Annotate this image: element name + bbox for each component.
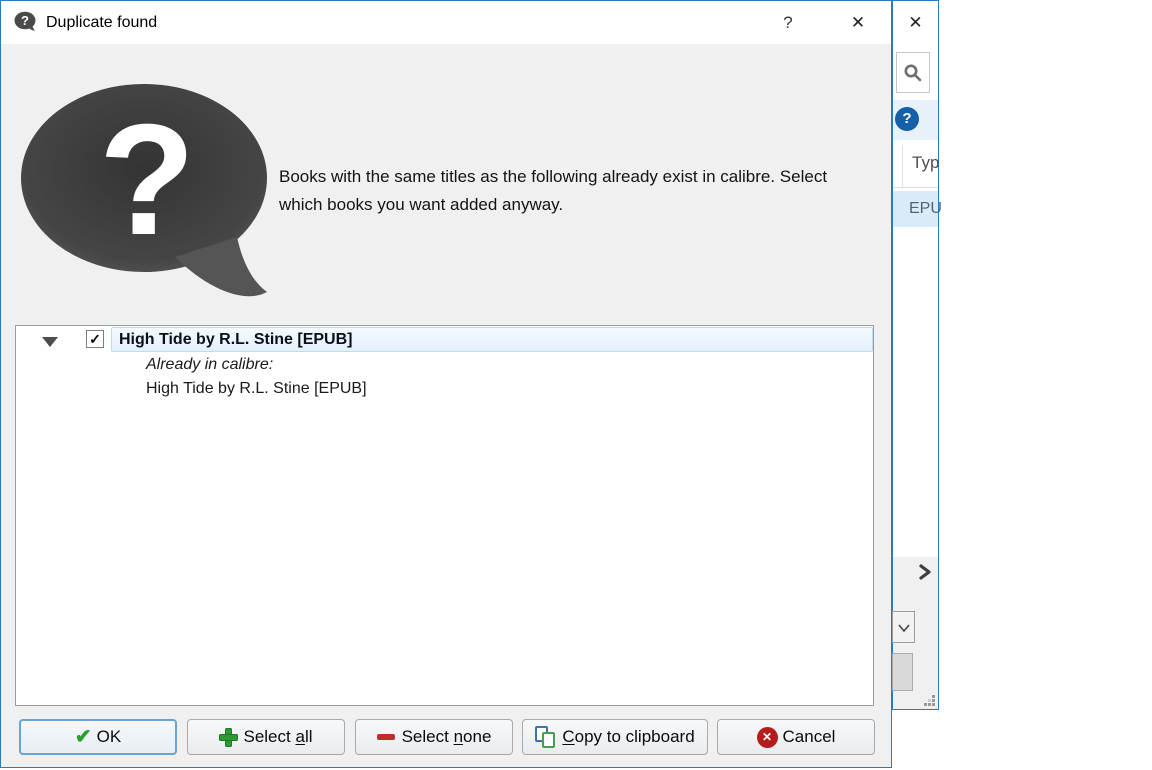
dialog-close-button[interactable]: ✕ (837, 1, 879, 44)
copy-icon (535, 725, 558, 749)
plus-icon (219, 727, 239, 747)
background-bottom-panel (892, 557, 938, 709)
cancel-button[interactable]: ✕ Cancel (717, 719, 875, 755)
dropdown-select[interactable] (892, 611, 915, 643)
cancel-label: Cancel (782, 727, 836, 746)
tree-item-title[interactable]: High Tide by R.L. Stine [EPUB] (111, 327, 873, 352)
existing-book-title: High Tide by R.L. Stine [EPUB] (146, 380, 367, 397)
column-separator (902, 145, 903, 187)
dialog-message: Books with the same titles as the follow… (279, 167, 828, 214)
copy-label: Copy to clipboard (562, 727, 695, 746)
dialog-title: Duplicate found (46, 14, 158, 31)
select-all-label: Select all (243, 727, 313, 746)
dialog-titlebar[interactable]: ? Duplicate found ? ✕ (1, 1, 891, 44)
background-window: ✕ ? Typ EPU (892, 0, 942, 710)
copy-to-clipboard-button[interactable]: Copy to clipboard (522, 719, 708, 755)
minus-icon (376, 734, 395, 740)
select-none-label: Select none (401, 727, 492, 746)
select-none-button[interactable]: Select none (355, 719, 513, 755)
item-checkbox[interactable]: ✓ (86, 330, 104, 348)
ok-button[interactable]: ✔ OK (19, 719, 177, 755)
chevron-down-icon (898, 624, 910, 633)
search-icon (904, 64, 922, 82)
question-bubble-icon: ? (14, 11, 37, 34)
header-divider (893, 187, 938, 188)
chevron-right-icon[interactable] (918, 563, 932, 586)
svg-text:?: ? (99, 92, 196, 268)
ok-label: OK (96, 727, 122, 746)
search-input[interactable] (896, 52, 930, 93)
question-bubble-illustration: ? (21, 84, 267, 297)
column-header-type[interactable]: Typ (912, 153, 939, 173)
check-icon: ✔ (74, 726, 92, 748)
dialog-help-button[interactable]: ? (771, 1, 805, 44)
help-circle-icon[interactable]: ? (895, 107, 919, 131)
screen: ? Duplicate found ? ✕ ? Books with the s… (0, 0, 1152, 770)
tree-expander-icon[interactable] (42, 337, 58, 347)
duplicates-list[interactable]: ✓ High Tide by R.L. Stine [EPUB] Already… (15, 325, 874, 706)
partial-gray-button[interactable] (892, 653, 913, 691)
background-window-close-button[interactable]: ✕ (893, 1, 938, 44)
already-in-calibre-label: Already in calibre: (146, 356, 274, 373)
select-all-button[interactable]: Select all (187, 719, 345, 755)
resize-grip[interactable] (932, 703, 935, 706)
table-row-epub[interactable]: EPU (893, 191, 942, 227)
svg-text:?: ? (21, 13, 29, 28)
checkmark-glyph: ✓ (89, 331, 101, 347)
tree-item-title-text: High Tide by R.L. Stine [EPUB] (119, 331, 353, 348)
cancel-x-icon: ✕ (756, 726, 778, 748)
duplicate-found-dialog: ? Duplicate found ? ✕ ? Books with the s… (0, 0, 892, 768)
